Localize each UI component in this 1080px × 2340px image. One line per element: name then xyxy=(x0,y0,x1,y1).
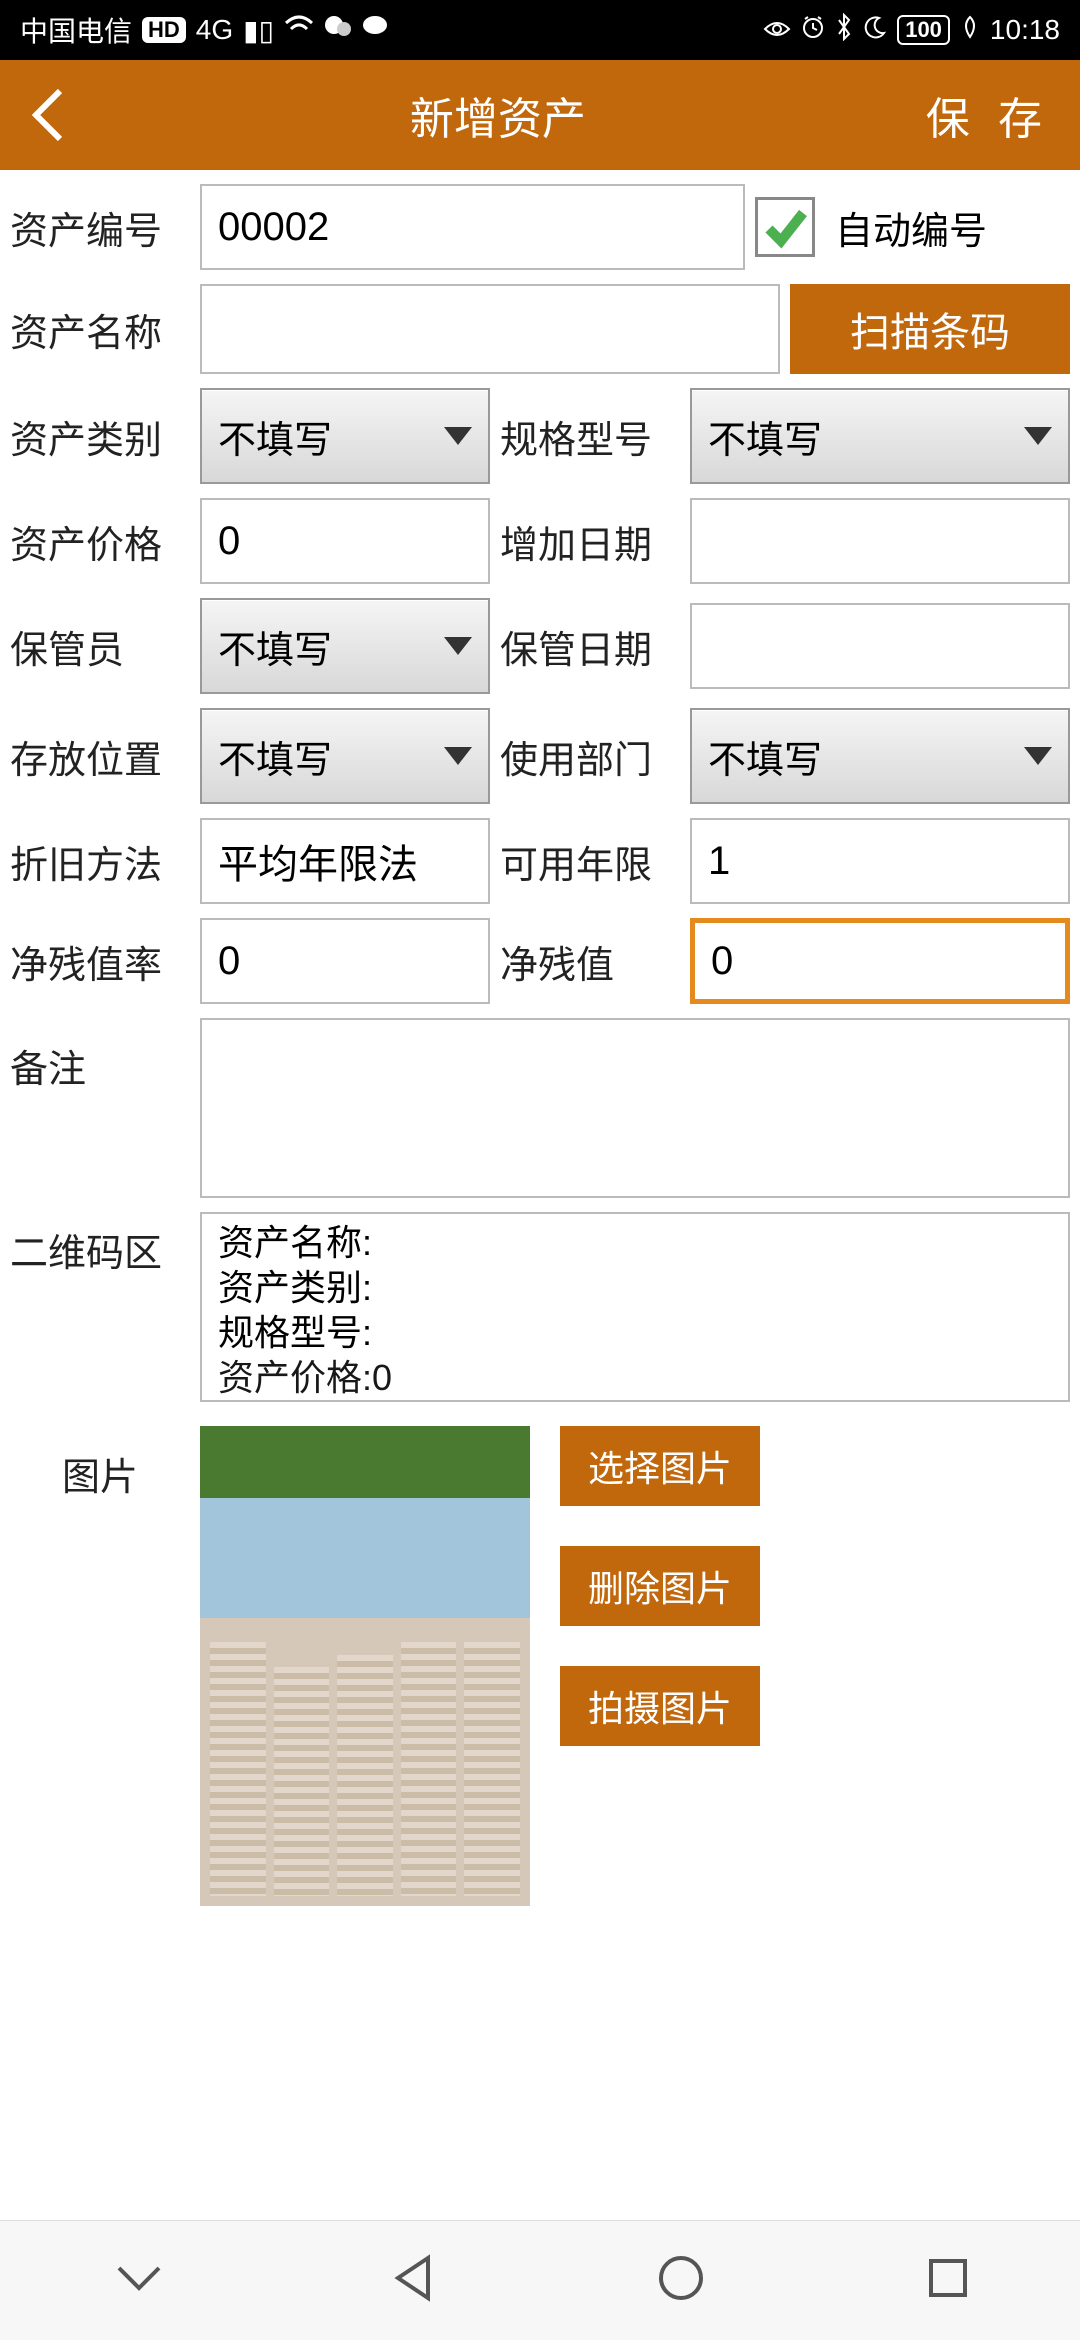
auto-number-checkbox[interactable] xyxy=(755,197,815,257)
alarm-icon xyxy=(801,14,825,46)
spec-model-value: 不填写 xyxy=(708,409,822,464)
battery-badge: 100 xyxy=(897,15,950,45)
app-header: 新增资产 保 存 xyxy=(0,60,1080,170)
location-select[interactable]: 不填写 xyxy=(200,708,490,804)
chevron-down-icon xyxy=(1024,747,1052,765)
custody-date-input[interactable] xyxy=(690,603,1070,689)
wechat-icon xyxy=(324,14,352,46)
clock-label: 10:18 xyxy=(990,14,1060,46)
add-date-input[interactable] xyxy=(690,498,1070,584)
hd-badge: HD xyxy=(142,17,186,43)
label-asset-name: 资产名称 xyxy=(10,302,190,357)
usable-years-input[interactable]: 1 xyxy=(690,818,1070,904)
remark-textarea[interactable] xyxy=(200,1018,1070,1198)
hide-keyboard-icon[interactable] xyxy=(109,2258,169,2303)
qr-line: 资产类别: xyxy=(218,1265,1052,1310)
page-title: 新增资产 xyxy=(70,83,926,147)
residual-value-input[interactable]: 0 xyxy=(690,918,1070,1004)
take-photo-button[interactable]: 拍摄图片 xyxy=(560,1666,760,1746)
custodian-select[interactable]: 不填写 xyxy=(200,598,490,694)
label-spec-model: 规格型号 xyxy=(500,409,680,464)
moon-icon xyxy=(863,14,887,46)
save-button[interactable]: 保 存 xyxy=(926,83,1050,147)
label-add-date: 增加日期 xyxy=(500,514,680,569)
asset-no-input[interactable]: 00002 xyxy=(200,184,745,270)
label-asset-no: 资产编号 xyxy=(10,200,190,255)
asset-name-input[interactable] xyxy=(200,284,780,374)
label-depreciation: 折旧方法 xyxy=(10,834,190,889)
choose-image-button[interactable]: 选择图片 xyxy=(560,1426,760,1506)
label-residual-value: 净残值 xyxy=(500,934,680,989)
label-qr-area: 二维码区 xyxy=(10,1212,190,1277)
eye-icon xyxy=(763,14,791,46)
network-label: 4G xyxy=(196,14,233,46)
location-value: 不填写 xyxy=(218,729,332,784)
recent-nav-icon[interactable] xyxy=(925,2255,971,2306)
back-button[interactable] xyxy=(30,85,70,145)
residual-rate-input[interactable]: 0 xyxy=(200,918,490,1004)
depreciation-input[interactable]: 平均年限法 xyxy=(200,818,490,904)
leaf-icon xyxy=(960,14,980,46)
wifi-icon xyxy=(284,14,314,46)
delete-image-button[interactable]: 删除图片 xyxy=(560,1546,760,1626)
spec-model-select[interactable]: 不填写 xyxy=(690,388,1070,484)
chevron-down-icon xyxy=(444,747,472,765)
label-asset-price: 资产价格 xyxy=(10,514,190,569)
chevron-down-icon xyxy=(1024,427,1052,445)
qr-line: 资产名称: xyxy=(218,1220,1052,1265)
qr-info-box: 资产名称: 资产类别: 规格型号: 资产价格:0 xyxy=(200,1212,1070,1402)
label-custody-date: 保管日期 xyxy=(500,619,680,674)
status-bar: 中国电信 HD 4G ▮▯ 100 10:18 xyxy=(0,0,1080,60)
scan-barcode-button[interactable]: 扫描条码 xyxy=(790,284,1070,374)
asset-price-input[interactable]: 0 xyxy=(200,498,490,584)
home-nav-icon[interactable] xyxy=(656,2253,706,2308)
back-nav-icon[interactable] xyxy=(388,2253,438,2308)
qr-line: 资产价格:0 xyxy=(218,1355,1052,1400)
department-value: 不填写 xyxy=(708,729,822,784)
label-usable-years: 可用年限 xyxy=(500,834,680,889)
asset-image-thumbnail[interactable] xyxy=(200,1426,530,1906)
label-residual-rate: 净残值率 xyxy=(10,934,190,989)
signal-icon: ▮▯ xyxy=(243,14,274,47)
chevron-down-icon xyxy=(444,427,472,445)
department-select[interactable]: 不填写 xyxy=(690,708,1070,804)
label-image: 图片 xyxy=(10,1426,190,1501)
asset-category-value: 不填写 xyxy=(218,409,332,464)
carrier-label: 中国电信 xyxy=(20,10,132,50)
label-asset-category: 资产类别 xyxy=(10,409,190,464)
label-remark: 备注 xyxy=(10,1018,190,1093)
system-nav-bar xyxy=(0,2220,1080,2340)
auto-number-label: 自动编号 xyxy=(835,200,987,255)
asset-category-select[interactable]: 不填写 xyxy=(200,388,490,484)
chevron-down-icon xyxy=(444,637,472,655)
label-custodian: 保管员 xyxy=(10,619,190,674)
label-location: 存放位置 xyxy=(10,729,190,784)
qr-line: 规格型号: xyxy=(218,1310,1052,1355)
custodian-value: 不填写 xyxy=(218,619,332,674)
chat-icon xyxy=(362,14,388,46)
bluetooth-icon xyxy=(835,13,853,48)
label-department: 使用部门 xyxy=(500,729,680,784)
